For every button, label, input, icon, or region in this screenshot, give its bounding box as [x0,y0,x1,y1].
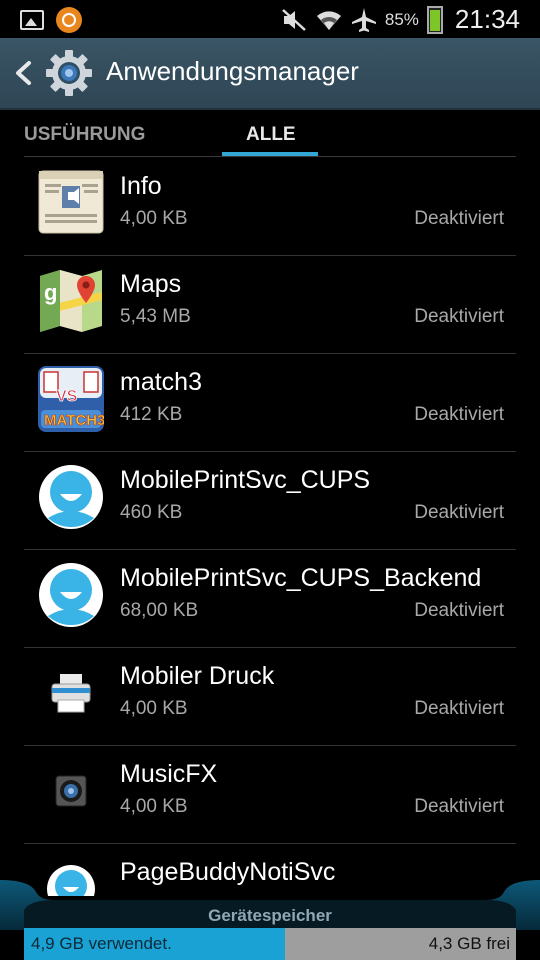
smiley-face-icon [39,465,103,529]
settings-gear-icon[interactable] [44,48,94,98]
list-item[interactable]: MusicFX 4,00 KB Deaktiviert [24,746,516,844]
app-size: 5,43 MB [120,306,191,327]
app-status: Deaktiviert [414,796,504,817]
app-status: Deaktiviert [414,502,504,523]
tab-divider [24,156,516,157]
printer-icon [51,674,91,713]
gallery-icon [20,10,44,30]
app-name: match3 [120,368,202,396]
app-status: Deaktiviert [414,404,504,425]
app-status: Deaktiviert [414,208,504,229]
storage-label: Gerätespeicher [208,906,332,925]
airplane-mode-icon [351,7,376,32]
status-bar: 85% 21:34 [0,0,540,38]
speaker-icon [55,775,87,807]
app-name: Info [120,172,162,200]
back-arrow-icon[interactable] [12,60,34,86]
app-status: Deaktiviert [414,600,504,621]
app-status: Deaktiviert [414,698,504,719]
list-item[interactable]: Info 4,00 KB Deaktiviert [24,158,516,256]
list-item[interactable]: VS MATCH3 match3 412 KB Deaktiviert [24,354,516,452]
app-size: 4,00 KB [120,796,188,817]
tab-running[interactable]: USFÜHRUNG [24,124,145,146]
mute-icon [282,8,306,31]
clock: 21:34 [454,4,520,34]
battery-icon [426,5,443,34]
tab-bar: USFÜHRUNG ALLE [0,110,540,158]
svg-text:g: g [44,280,57,305]
app-size: 412 KB [120,404,183,425]
app-name: Mobiler Druck [120,662,275,690]
app-name: Maps [120,270,182,298]
list-item[interactable]: MobilePrintSvc_CUPS_Backend 68,00 KB Dea… [24,550,516,648]
app-notification-icon [56,7,82,33]
battery-percent: 85% [384,9,419,29]
app-size: 4,00 KB [120,698,188,719]
app-name: MusicFX [120,760,218,788]
storage-free-text: 4,3 GB frei [428,934,510,953]
match3-game-icon: VS MATCH3 [38,366,104,432]
wifi-icon [316,10,341,30]
maps-icon: g [40,270,102,332]
action-bar: Anwendungsmanager [0,38,540,110]
app-size: 68,00 KB [120,600,199,621]
list-item[interactable]: Mobiler Druck 4,00 KB Deaktiviert [24,648,516,746]
smiley-face-icon [39,563,103,627]
app-name: MobilePrintSvc_CUPS_Backend [120,564,482,592]
svg-text:MATCH3: MATCH3 [44,412,104,429]
app-size: 460 KB [120,502,183,523]
page-title: Anwendungsmanager [106,56,359,86]
list-item[interactable]: MobilePrintSvc_CUPS 460 KB Deaktiviert [24,452,516,550]
app-list[interactable]: Info 4,00 KB Deaktiviert g Maps 5,43 MB … [0,158,540,896]
storage-used-text: 4,9 GB verwendet. [31,934,172,953]
tab-all[interactable]: ALLE [246,124,296,146]
svg-text:VS: VS [56,388,78,405]
app-size: 4,00 KB [120,208,188,229]
app-name: MobilePrintSvc_CUPS [120,466,371,494]
storage-usage-bar: 4,9 GB verwendet. 4,3 GB frei [24,928,516,960]
app-status: Deaktiviert [414,306,504,327]
news-info-icon [38,170,104,234]
list-item[interactable]: g Maps 5,43 MB Deaktiviert [24,256,516,354]
